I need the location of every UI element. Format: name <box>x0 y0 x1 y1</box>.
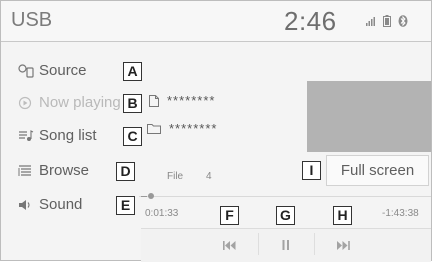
skip-previous-icon <box>223 240 236 250</box>
speaker-icon <box>19 200 30 210</box>
file-number: 4 <box>206 171 212 182</box>
sidebar-item-label: Sound <box>39 196 83 213</box>
sidebar-item-label: Browse <box>39 162 90 179</box>
sidebar-item-label: Song list <box>39 127 97 144</box>
control-divider <box>314 233 315 255</box>
album-artwork <box>307 81 431 152</box>
remaining-time: -1:43:38 <box>382 208 419 219</box>
track-title-row: ******** <box>149 93 215 108</box>
screen-title: USB <box>11 9 53 31</box>
sidebar-item-label: Source <box>39 62 87 79</box>
callout-i: I <box>302 161 321 180</box>
skip-next-icon <box>337 240 350 250</box>
callout-d: D <box>116 162 135 181</box>
bluetooth-icon <box>398 15 408 27</box>
pause-icon <box>282 240 289 250</box>
callout-b: B <box>123 94 142 113</box>
sidebar-item-song-list[interactable]: Song list <box>1 120 141 152</box>
callout-g: G <box>276 206 295 225</box>
callout-a: A <box>123 62 142 81</box>
sidebar-item-now-playing[interactable]: Now playing <box>1 87 141 119</box>
browse-list-icon <box>18 165 31 176</box>
folder-name: ******** <box>169 121 218 136</box>
file-icon <box>149 94 159 107</box>
file-label: File <box>167 171 184 182</box>
clock: 2:46 <box>284 6 337 36</box>
callout-f: F <box>220 206 239 225</box>
callout-e: E <box>116 196 135 215</box>
previous-track-button[interactable] <box>217 234 243 256</box>
song-list-icon <box>19 130 34 141</box>
progress-fill <box>141 196 147 197</box>
control-divider <box>258 233 259 255</box>
audio-screen: USB 2:46 Source Now playing Song list Br… <box>0 0 432 262</box>
callout-h: H <box>333 206 352 225</box>
folder-icon <box>147 124 161 134</box>
pause-button[interactable] <box>273 234 299 256</box>
play-circle-icon <box>18 96 32 110</box>
elapsed-time: 0:01:33 <box>145 208 179 219</box>
battery-icon <box>383 15 391 27</box>
folder-row: ******** <box>147 121 217 136</box>
top-bar: USB 2:46 <box>1 1 431 42</box>
track-title: ******** <box>167 93 216 108</box>
next-track-button[interactable] <box>330 234 356 256</box>
callout-c: C <box>123 127 142 146</box>
sidebar-item-label: Now playing <box>39 94 121 111</box>
source-icon <box>18 64 34 78</box>
sidebar-item-source[interactable]: Source <box>1 55 141 87</box>
progress-track[interactable] <box>139 196 431 197</box>
full-screen-button[interactable]: Full screen <box>326 155 429 186</box>
progress-handle[interactable] <box>148 193 154 199</box>
status-icons <box>366 15 408 27</box>
signal-bars-icon <box>366 17 375 26</box>
